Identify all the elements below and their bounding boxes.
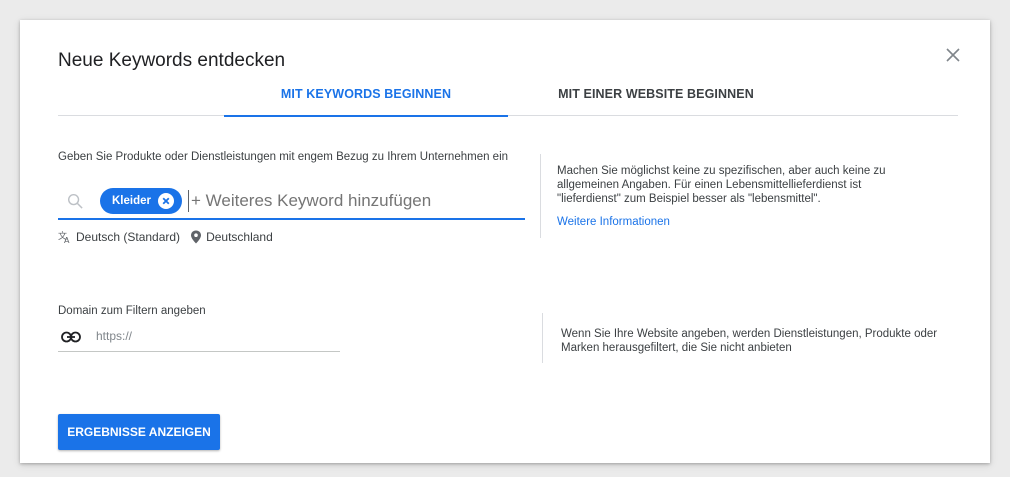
add-keyword-input[interactable] (191, 191, 511, 211)
keyword-chip-label: Kleider (112, 195, 151, 207)
link-icon (61, 331, 81, 343)
active-tab-indicator (224, 115, 508, 117)
more-info-link[interactable]: Weitere Informationen (557, 216, 670, 228)
keywords-input-field[interactable]: Kleider (58, 184, 525, 220)
keyword-chip[interactable]: Kleider (100, 188, 182, 214)
help-divider (540, 154, 541, 238)
svg-text:A: A (64, 236, 70, 244)
domain-help-text: Wenn Sie Ihre Website angeben, werden Di… (561, 328, 938, 354)
search-icon (67, 193, 83, 209)
tab-label: MIT EINER WEBSITE BEGINNEN (558, 87, 754, 101)
locale-settings: 文 A Deutsch (Standard) Deutschland (58, 230, 273, 244)
keywords-field-label: Geben Sie Produkte oder Dienstleistungen… (58, 151, 509, 163)
chip-remove-icon[interactable] (158, 193, 174, 209)
text-cursor (188, 190, 189, 212)
close-button[interactable] (942, 44, 964, 66)
dialog-title: Neue Keywords entdecken (58, 50, 286, 71)
domain-field-label: Domain zum Filtern angeben (58, 305, 206, 317)
keywords-help-text: Machen Sie möglichst keine zu spezifisch… (557, 165, 886, 205)
location-selector[interactable]: Deutschland (190, 230, 273, 244)
tab-start-with-keywords[interactable]: MIT KEYWORDS BEGINNEN (224, 80, 508, 117)
language-selector[interactable]: 文 A Deutsch (Standard) (58, 230, 180, 244)
language-label: Deutsch (Standard) (76, 230, 181, 244)
discover-keywords-dialog: Neue Keywords entdecken MIT KEYWORDS BEG… (20, 20, 990, 463)
domain-input-field[interactable] (58, 324, 340, 352)
help-divider (542, 313, 543, 363)
tab-bar: MIT KEYWORDS BEGINNEN MIT EINER WEBSITE … (58, 80, 958, 117)
domain-input[interactable] (96, 329, 326, 343)
close-icon (946, 48, 960, 62)
translate-icon: 文 A (58, 230, 70, 244)
location-pin-icon (191, 230, 202, 244)
tab-label: MIT KEYWORDS BEGINNEN (280, 87, 452, 101)
show-results-button[interactable]: ERGEBNISSE ANZEIGEN (58, 414, 220, 450)
location-label: Deutschland (206, 230, 273, 244)
tab-start-with-website[interactable]: MIT EINER WEBSITE BEGINNEN (534, 80, 778, 116)
